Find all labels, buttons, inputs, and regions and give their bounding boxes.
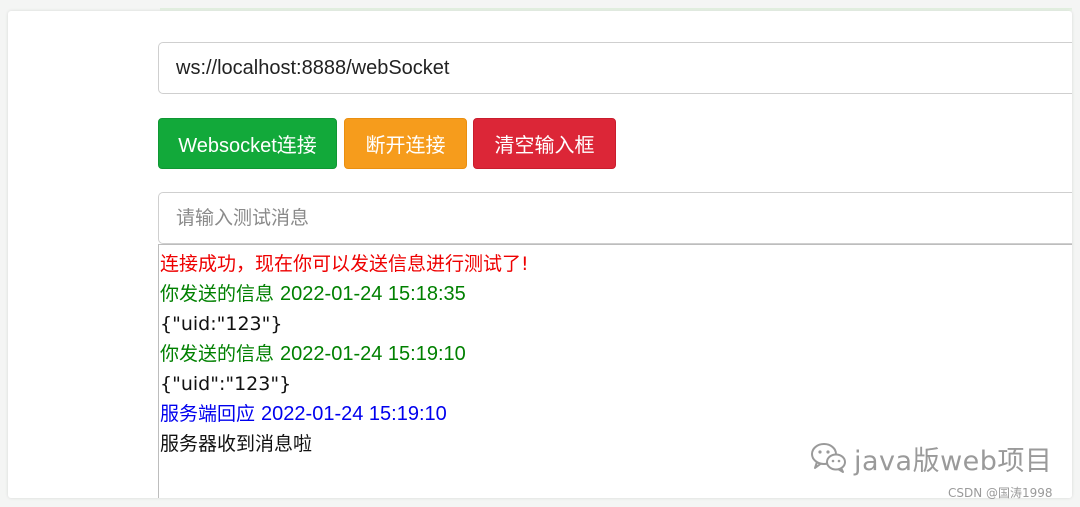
log-text: 服务端回应 xyxy=(160,403,262,425)
test-message-input[interactable] xyxy=(158,192,1072,244)
log-timestamp: 2022-01-24 15:19:10 xyxy=(280,343,466,365)
log-line: {"uid:"123"} xyxy=(159,309,1072,339)
clear-input-button[interactable]: 清空输入框 xyxy=(473,118,616,169)
log-line: 你发送的信息 2022-01-24 15:18:35 xyxy=(159,279,1072,309)
log-text: 你发送的信息 xyxy=(160,343,281,365)
websocket-test-panel: Websocket连接 断开连接 清空输入框 连接成功，现在你可以发送信息进行测… xyxy=(8,11,1072,498)
log-timestamp: 2022-01-24 15:19:10 xyxy=(261,403,447,425)
log-line: 连接成功，现在你可以发送信息进行测试了! xyxy=(159,249,1072,279)
log-timestamp: 2022-01-24 15:18:35 xyxy=(280,283,466,305)
websocket-connect-button[interactable]: Websocket连接 xyxy=(158,118,337,169)
log-line: 服务器收到消息啦 xyxy=(159,429,1072,459)
log-line: 你发送的信息 2022-01-24 15:19:10 xyxy=(159,339,1072,369)
log-text: {"uid:"123"} xyxy=(160,313,283,335)
websocket-url-input[interactable] xyxy=(158,42,1072,94)
log-text: 连接成功，现在你可以发送信息进行测试了! xyxy=(160,253,529,275)
disconnect-button[interactable]: 断开连接 xyxy=(344,118,467,169)
message-log[interactable]: 连接成功，现在你可以发送信息进行测试了! 你发送的信息 2022-01-24 15… xyxy=(158,244,1072,498)
csdn-credit: CSDN @国涛1998 xyxy=(948,486,1053,500)
log-text: 你发送的信息 xyxy=(160,283,281,305)
log-line: 服务端回应 2022-01-24 15:19:10 xyxy=(159,399,1072,429)
log-line: {"uid":"123"} xyxy=(159,369,1072,399)
log-text: 服务器收到消息啦 xyxy=(160,433,313,455)
log-text: {"uid":"123"} xyxy=(160,373,292,395)
